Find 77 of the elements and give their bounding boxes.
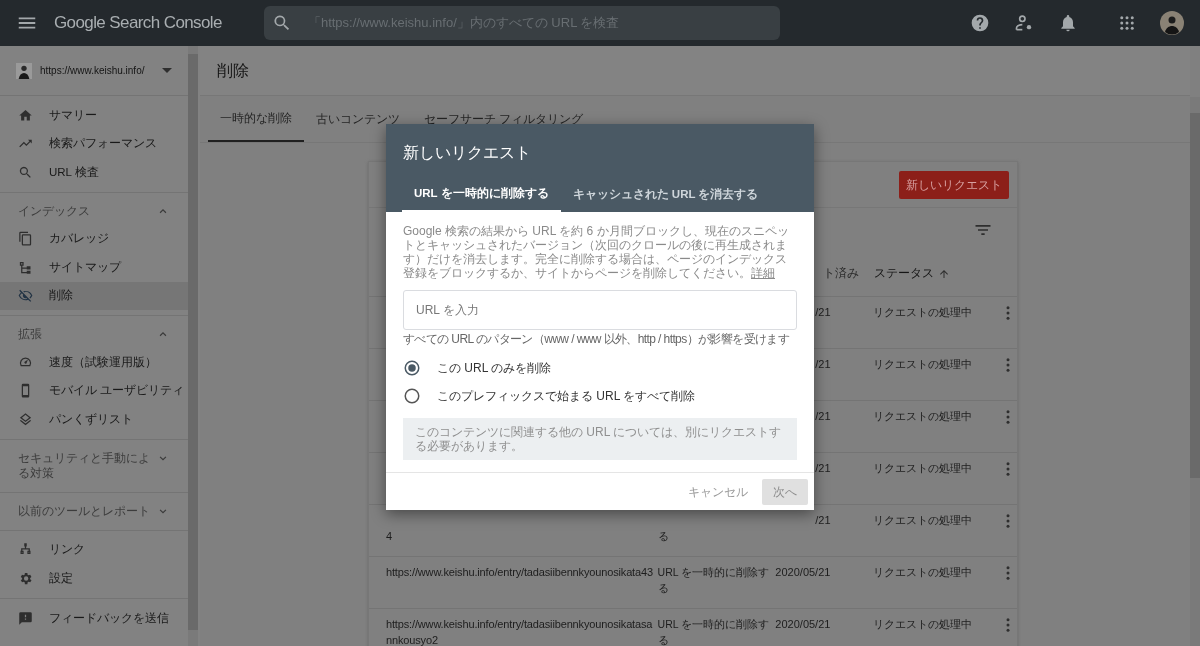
dialog-title: 新しいリクエスト xyxy=(402,143,532,163)
status-text: リクエストの処理中 xyxy=(873,618,973,630)
section-title: 以前のツールとレポート xyxy=(18,503,150,519)
section-title: セキュリティと手動による対策 xyxy=(18,450,151,481)
avatar-icon[interactable] xyxy=(1160,11,1184,35)
tab[interactable]: 古いコンテンツ xyxy=(304,96,412,142)
sidebar-item[interactable]: サマリー xyxy=(0,101,188,130)
table-cell: /21 xyxy=(815,514,831,526)
sidebar-item[interactable]: 検索パフォーマンス xyxy=(0,129,188,158)
cancel-button[interactable]: キャンセル xyxy=(682,481,754,502)
sitemap-icon xyxy=(18,259,33,275)
info-note: このコンテンツに関連する他の URL については、別にリクエストする必要があります。 xyxy=(403,418,797,460)
apps-icon[interactable] xyxy=(1118,14,1136,32)
layers-icon xyxy=(18,411,33,427)
description-text: Google 検索の結果から URL を約 6 か月間ブロックし、現在のスニペットとキャッシュされたバージョン（次回のクロールの後に再生成されます）だけを消去します。完全に削除する場合は、ページのインデックス登録をブロックするか、サイトからページを削除してください。詳細 xyxy=(402,223,790,280)
sidebar-item[interactable]: カバレッジ xyxy=(0,224,188,253)
sidebar-item[interactable]: 速度（試験運用版） xyxy=(0,348,188,377)
page-title: 削除 xyxy=(217,60,249,81)
status-text: リクエストの処理中 xyxy=(873,566,973,578)
helper-text: すべての URL のパターン（www / www 以外、http / https）が影響を受けます xyxy=(402,331,791,346)
sidebar-item[interactable]: パンくずリスト xyxy=(0,405,188,434)
section-title: インデックス xyxy=(18,203,90,219)
status-text: リクエストの処理中 xyxy=(873,462,973,474)
column-header[interactable]: ステータス xyxy=(874,265,934,283)
section-header[interactable]: セキュリティと手動による対策 xyxy=(0,444,188,487)
table-cell: /21 xyxy=(815,462,831,474)
settings-icon xyxy=(18,570,33,586)
pages-icon xyxy=(18,231,33,247)
column-header[interactable]: ト済み xyxy=(823,265,859,283)
sidebar-item[interactable]: リンク xyxy=(0,535,188,564)
table-cell: /21 xyxy=(815,306,831,318)
status-text: リクエストの処理中 xyxy=(873,306,973,318)
status-text: リクエストの処理中 xyxy=(873,410,973,422)
sidebar-item[interactable]: 設定 xyxy=(0,564,188,593)
section-header[interactable]: インデックス xyxy=(0,197,188,225)
sidebar-item[interactable]: モバイル ユーザビリティ xyxy=(0,376,188,405)
sidebar-item[interactable]: フィードバックを送信 xyxy=(0,604,188,633)
table-cell: URL を一時的に削除する xyxy=(657,566,770,594)
caret-icon xyxy=(162,68,172,73)
option-label: この URL のみを削除 xyxy=(437,360,552,377)
table-cell: /21 xyxy=(815,358,831,370)
tab[interactable]: 一時的な削除 xyxy=(208,96,304,142)
sidebar-item[interactable]: サイトマップ xyxy=(0,253,188,282)
table-cell: URL を一時的に削除する xyxy=(657,618,770,646)
bell-icon[interactable] xyxy=(1058,13,1078,33)
section-title: 拡張 xyxy=(18,327,42,342)
feedback-icon xyxy=(18,611,33,627)
app-logo: Google Search Console xyxy=(54,12,222,35)
table-cell: /21 xyxy=(815,410,831,422)
table-cell: https://www.keishu.info/entry/tadasiibennkyounosikatasannkousyo2 xyxy=(386,618,653,646)
section-header[interactable]: 拡張 xyxy=(0,321,188,348)
eye-slash-icon xyxy=(18,288,33,304)
url-input-field[interactable]: URL を入力 xyxy=(403,290,797,330)
site-icon xyxy=(16,62,32,79)
property-selector[interactable]: https://www.keishu.info/ xyxy=(0,46,188,96)
home-icon xyxy=(18,107,33,123)
tab[interactable]: キャッシュされた URL を消去する xyxy=(560,178,771,212)
status-text: リクエストの処理中 xyxy=(873,358,973,370)
details-link[interactable]: 詳細 xyxy=(751,266,775,280)
tab[interactable]: URL を一時的に削除する xyxy=(402,178,561,212)
radio-icon[interactable] xyxy=(403,387,421,405)
table-cell: https://www.keishu.info/entry/tadasiibennkyounosikata43 xyxy=(386,566,653,578)
property-url: https://www.keishu.info/ xyxy=(40,64,146,78)
sidebar-item[interactable]: 削除 xyxy=(0,281,188,310)
search-icon xyxy=(18,164,33,180)
status-text: リクエストの処理中 xyxy=(873,514,973,526)
scrollbar-thumb[interactable] xyxy=(188,54,198,630)
table-cell: 2020/05/21 xyxy=(775,566,831,578)
table-cell: 4 xyxy=(386,530,392,542)
table-cell: る xyxy=(657,530,669,542)
sidebar-item[interactable]: URL 検査 xyxy=(0,158,188,187)
new-request-button[interactable]: 新しいリクエスト xyxy=(899,170,1009,199)
radio-checked-icon[interactable] xyxy=(403,359,421,377)
help-icon[interactable] xyxy=(970,13,990,33)
table-cell: 2020/05/21 xyxy=(775,618,831,630)
section-header[interactable]: 以前のツールとレポート xyxy=(0,497,188,525)
option-label: このプレフィックスで始まる URL をすべて削除 xyxy=(437,388,696,405)
